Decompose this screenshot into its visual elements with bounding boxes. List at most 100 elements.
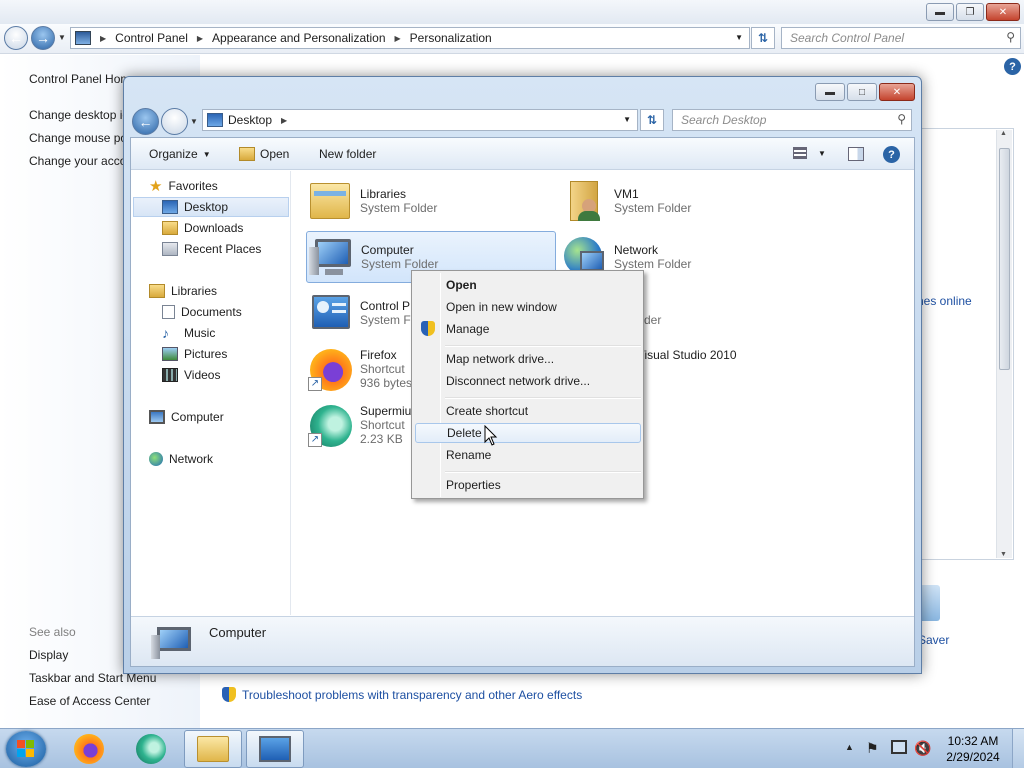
- taskbar-firefox[interactable]: [60, 730, 118, 768]
- show-hidden-icons-chevron-icon[interactable]: ▲: [845, 742, 854, 752]
- address-dropdown-icon[interactable]: ▼: [623, 115, 631, 124]
- libraries-folder-icon: [306, 177, 354, 225]
- nav-libraries[interactable]: Libraries: [149, 281, 217, 301]
- help-icon[interactable]: ?: [1004, 58, 1021, 75]
- network-status-icon[interactable]: [891, 740, 907, 754]
- restore-button[interactable]: ❐: [956, 3, 984, 21]
- nav-label: Recent Places: [184, 242, 262, 256]
- system-clock[interactable]: 10:32 AM 2/29/2024: [938, 733, 1008, 765]
- get-more-themes-online-link[interactable]: nes online: [917, 294, 972, 308]
- search-icon: ⚲: [897, 112, 906, 126]
- file-name: Firefox: [360, 348, 397, 362]
- search-control-panel-input[interactable]: Search Control Panel ⚲: [781, 27, 1021, 49]
- nav-label: Favorites: [168, 179, 218, 193]
- nav-computer[interactable]: Computer: [149, 407, 224, 427]
- breadcrumb-control-panel[interactable]: Control Panel: [115, 31, 188, 45]
- context-menu: Open Open in new window Manage Map netwo…: [411, 270, 644, 499]
- menu-item-delete[interactable]: Delete: [415, 423, 641, 443]
- breadcrumb-separator-icon: ▶: [281, 115, 288, 125]
- refresh-button[interactable]: ⇅: [751, 27, 775, 49]
- nav-desktop[interactable]: Desktop: [133, 197, 289, 217]
- maximize-icon: □: [858, 86, 866, 98]
- file-type: System Folder: [361, 257, 439, 271]
- menu-item-open[interactable]: Open: [415, 275, 641, 295]
- refresh-icon: ⇅: [757, 31, 769, 45]
- menu-item-create-shortcut[interactable]: Create shortcut: [415, 401, 641, 421]
- downloads-folder-icon: [162, 221, 178, 235]
- taskbar-control-panel[interactable]: [246, 730, 304, 768]
- explorer-recent-dropdown[interactable]: ▼: [190, 117, 198, 126]
- new-folder-button[interactable]: New folder: [319, 147, 376, 161]
- scrollbar-thumb[interactable]: [999, 148, 1010, 370]
- recent-pages-dropdown[interactable]: ▼: [58, 33, 66, 42]
- explorer-minimize-button[interactable]: ▬: [815, 83, 845, 101]
- explorer-refresh-button[interactable]: ⇅: [640, 109, 664, 131]
- scroll-up-icon[interactable]: ▲: [1000, 130, 1007, 137]
- show-desktop-button[interactable]: [1012, 729, 1024, 768]
- nav-label: Network: [169, 452, 214, 466]
- open-button[interactable]: Open: [239, 147, 289, 161]
- search-desktop-input[interactable]: Search Desktop ⚲: [672, 109, 912, 131]
- forward-button[interactable]: →: [31, 26, 55, 50]
- menu-item-open-new-window[interactable]: Open in new window: [415, 297, 641, 317]
- menu-item-properties[interactable]: Properties: [415, 475, 641, 495]
- close-button[interactable]: ✕: [986, 3, 1020, 21]
- file-type: Shortcut: [360, 362, 405, 376]
- organize-button[interactable]: Organize ▼: [149, 147, 211, 161]
- nav-network[interactable]: Network: [149, 449, 213, 469]
- shield-icon: [222, 687, 236, 702]
- preview-pane-button[interactable]: [848, 147, 864, 161]
- volume-muted-icon[interactable]: 🔇: [914, 740, 931, 757]
- explorer-maximize-button[interactable]: □: [847, 83, 877, 101]
- libraries-icon: [149, 284, 165, 298]
- taskbar-supermium[interactable]: [122, 730, 180, 768]
- theme-gallery: ▲ ▼ nes online: [917, 128, 1014, 560]
- menu-item-rename[interactable]: Rename: [415, 445, 641, 465]
- documents-icon: [162, 305, 175, 319]
- screen-saver-link[interactable]: Saver: [918, 633, 949, 647]
- file-item-vm1[interactable]: VM1 System Folder: [560, 175, 810, 227]
- back-button[interactable]: ←: [4, 26, 28, 50]
- control-panel-icon: [259, 736, 291, 762]
- mouse-cursor-icon: [484, 425, 498, 446]
- help-icon[interactable]: ?: [883, 146, 900, 163]
- firefox-icon: [74, 734, 104, 764]
- action-center-flag-icon[interactable]: ⚑: [866, 740, 879, 757]
- start-button[interactable]: [6, 731, 46, 767]
- nav-pictures[interactable]: Pictures: [162, 344, 227, 364]
- taskbar-windows-explorer[interactable]: [184, 730, 242, 768]
- ease-of-access-link[interactable]: Ease of Access Center: [29, 694, 150, 708]
- file-item-libraries[interactable]: Libraries System Folder: [306, 175, 556, 227]
- details-pane: Computer: [131, 616, 914, 666]
- breadcrumb-appearance[interactable]: Appearance and Personalization: [212, 31, 385, 45]
- explorer-address-bar[interactable]: Desktop ▶ ▼: [202, 109, 638, 131]
- user-folder-icon: [560, 177, 608, 225]
- address-dropdown-icon[interactable]: ▼: [735, 33, 743, 42]
- display-link[interactable]: Display: [29, 648, 68, 662]
- explorer-back-button[interactable]: ←: [132, 108, 159, 135]
- nav-favorites[interactable]: ★ Favorites: [149, 176, 218, 196]
- computer-icon: [151, 625, 195, 661]
- control-panel-home-link[interactable]: Control Panel Home: [29, 72, 137, 86]
- scroll-down-icon[interactable]: ▼: [1000, 551, 1007, 558]
- nav-downloads[interactable]: Downloads: [162, 218, 243, 238]
- address-bar[interactable]: ▶ Control Panel ▶ Appearance and Persona…: [70, 27, 750, 49]
- menu-item-manage[interactable]: Manage: [415, 319, 641, 339]
- details-item-name: Computer: [209, 625, 267, 640]
- nav-documents[interactable]: Documents: [162, 302, 242, 322]
- nav-recent-places[interactable]: Recent Places: [162, 239, 261, 259]
- menu-separator: [445, 345, 641, 347]
- nav-videos[interactable]: Videos: [162, 365, 220, 385]
- minimize-button[interactable]: ▬: [926, 3, 954, 21]
- menu-item-disconnect-network-drive[interactable]: Disconnect network drive...: [415, 371, 641, 391]
- change-view-button[interactable]: ▼: [793, 147, 826, 159]
- nav-music[interactable]: ♪ Music: [162, 323, 215, 343]
- explorer-close-button[interactable]: ✕: [879, 83, 915, 101]
- gallery-scrollbar[interactable]: ▲ ▼: [996, 130, 1012, 558]
- nav-label: Downloads: [184, 221, 244, 235]
- menu-item-map-network-drive[interactable]: Map network drive...: [415, 349, 641, 369]
- explorer-forward-button[interactable]: [161, 108, 188, 135]
- address-desktop-crumb[interactable]: Desktop: [228, 113, 272, 127]
- troubleshoot-aero-link[interactable]: Troubleshoot problems with transparency …: [242, 688, 582, 702]
- breadcrumb-personalization[interactable]: Personalization: [410, 31, 492, 45]
